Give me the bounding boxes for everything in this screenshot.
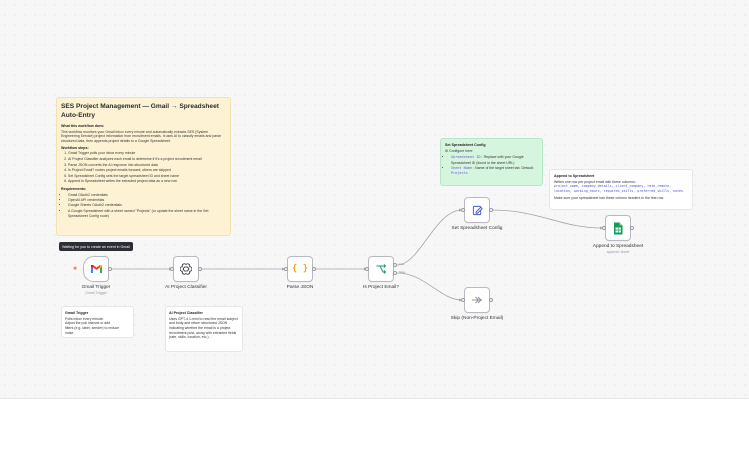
requirement-item: A Google Spreadsheet with a sheet named …: [68, 209, 226, 220]
workflow-canvas[interactable]: SES Project Management — Gmail → Spreads…: [0, 0, 749, 399]
node-gmail-trigger[interactable]: [83, 256, 109, 282]
ai-output-handle[interactable]: [198, 267, 202, 271]
config-sticky-note[interactable]: Set Spreadsheet Config ⚙ Configure here:…: [440, 138, 543, 186]
skip-input-handle[interactable]: [461, 298, 465, 302]
requirements-heading: Requirements:: [61, 186, 87, 191]
parse-input-handle[interactable]: [284, 267, 288, 271]
node-is-project-email[interactable]: [368, 256, 394, 282]
gmail-output-handle[interactable]: [108, 267, 112, 271]
google-sheets-icon: [614, 222, 623, 234]
ai-sticky-note[interactable]: AI Project Classifier Uses GPT-4.1-mini …: [165, 306, 243, 352]
set-input-handle[interactable]: [461, 208, 465, 212]
code-braces-icon: { }: [291, 264, 309, 274]
overview-title: SES Project Management — Gmail → Spreads…: [61, 103, 219, 119]
append-note-columns: project_name, company_details, client_co…: [554, 184, 684, 193]
node-ai-classifier[interactable]: [173, 256, 199, 282]
if-false-handle[interactable]: [393, 271, 397, 275]
trigger-note-title: Gmail Trigger: [65, 311, 89, 315]
trigger-bolt-icon: ✱: [73, 266, 78, 272]
append-to-spreadsheet-sublabel: append: sheet: [606, 250, 630, 254]
ai-classifier-label: AI Project Classifier: [165, 285, 207, 290]
node-append-to-spreadsheet[interactable]: [605, 215, 631, 241]
ai-input-handle[interactable]: [170, 267, 174, 271]
steps-list: Gmail Trigger polls your inbox every min…: [61, 151, 226, 185]
node-parse-json[interactable]: { }: [287, 256, 313, 282]
append-note-line2: Make sure your spreadsheet has these col…: [554, 195, 664, 200]
append-input-handle[interactable]: [602, 226, 606, 230]
node-set-spreadsheet-config[interactable]: [464, 197, 490, 223]
is-project-email-label: Is Project Email?: [363, 285, 399, 290]
no-op-icon: [472, 296, 482, 304]
trigger-sticky-note[interactable]: Gmail Trigger Polls inbox every minute. …: [61, 306, 134, 338]
if-true-handle[interactable]: [393, 263, 397, 267]
config-note-list: Spreadsheet ID: Replace with your Google…: [445, 155, 538, 176]
ai-note-title: AI Project Classifier: [169, 311, 203, 315]
skip-output-handle[interactable]: [489, 298, 493, 302]
set-spreadsheet-config-label: Set Spreadsheet Config: [451, 226, 503, 231]
append-output-handle[interactable]: [630, 226, 634, 230]
step-item: Append to Spreadsheet writes the extract…: [68, 179, 226, 185]
branch-icon: [376, 264, 387, 274]
append-sticky-note[interactable]: Append to Spreadsheet Writes one row per…: [549, 169, 693, 210]
set-output-handle[interactable]: [489, 208, 493, 212]
ai-note-text: Uses GPT-4.1-mini to read the email subj…: [169, 316, 238, 340]
overview-sticky-note[interactable]: SES Project Management — Gmail → Spreads…: [56, 97, 231, 236]
edge-if-set: [396, 209, 463, 266]
config-note-line: ⚙ Configure here:: [445, 148, 474, 153]
what-heading: What this workflow does:: [61, 124, 105, 128]
config-item-sheet-name: Sheet Name: Name of the target sheet tab…: [451, 166, 538, 177]
config-item-spreadsheet-id: Spreadsheet ID: Replace with your Google…: [451, 155, 538, 166]
if-true-label: true: [399, 262, 405, 266]
if-false-label: false: [399, 270, 406, 274]
trigger-note-line: noise.: [65, 330, 75, 335]
parse-output-handle[interactable]: [312, 267, 316, 271]
trigger-waiting-tooltip: Waiting for you to create an event in Gm…: [59, 242, 133, 251]
what-text: This workflow monitors your Gmail inbox …: [61, 129, 222, 143]
requirements-list: Gmail OAuth2 credentials OpenAI API cred…: [61, 193, 226, 219]
skip-non-project-label: Skip (Non-Project Email): [450, 316, 504, 321]
openai-icon: [180, 263, 192, 275]
append-note-title: Append to Spreadsheet: [554, 174, 595, 178]
node-skip-non-project[interactable]: [464, 287, 490, 313]
pen-icon: [472, 205, 483, 215]
gmail-trigger-sublabel: Gmail Trigger: [85, 291, 107, 295]
parse-json-label: Parse JSON: [286, 285, 314, 290]
if-input-handle[interactable]: [365, 267, 369, 271]
gmail-icon: [90, 265, 102, 273]
config-note-title: Set Spreadsheet Config: [445, 143, 486, 147]
steps-heading: Workflow steps:: [61, 145, 89, 150]
